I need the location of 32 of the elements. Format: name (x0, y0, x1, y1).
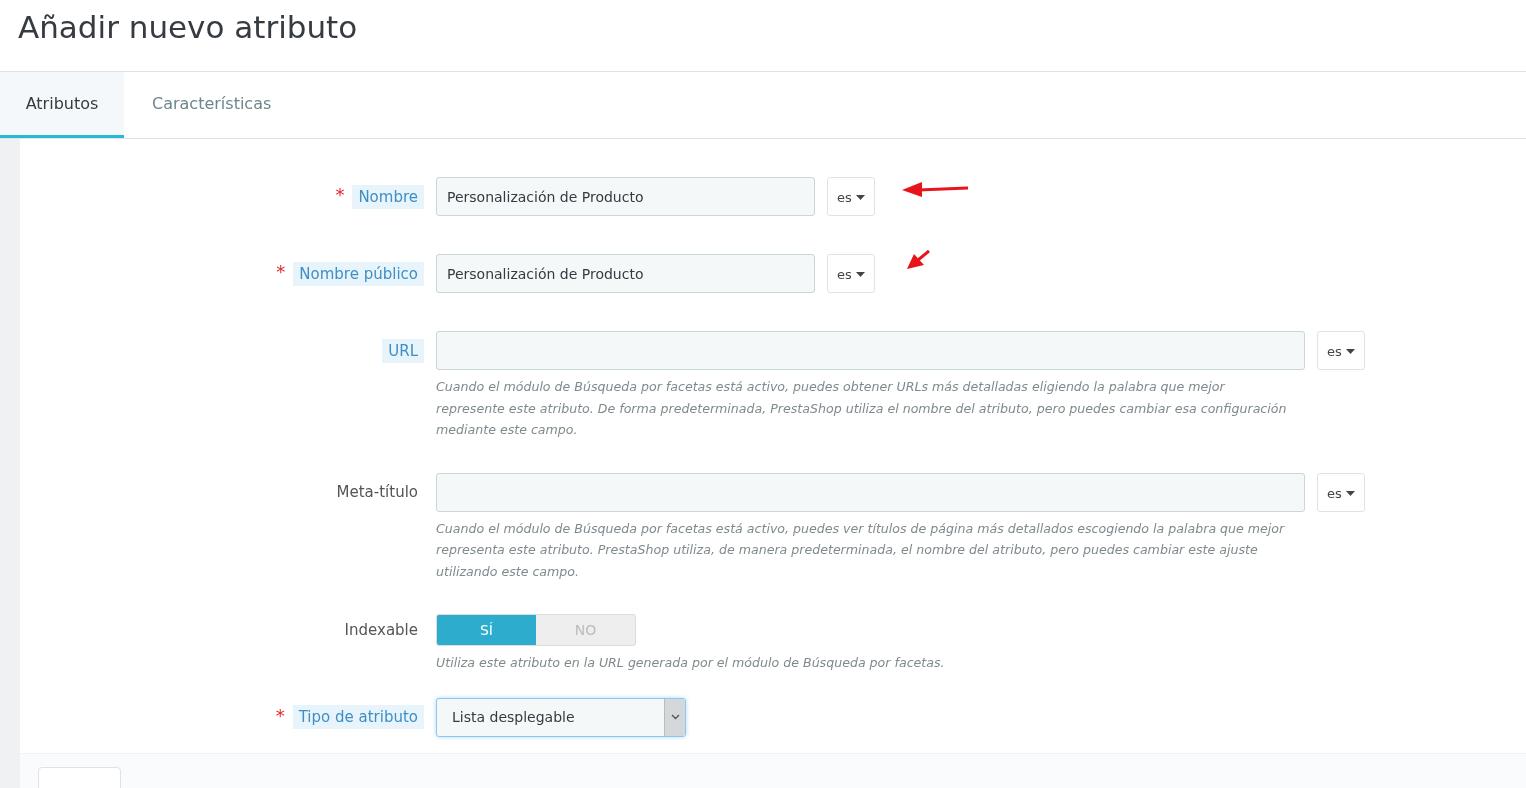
caret-icon (855, 272, 865, 277)
language-dropdown[interactable]: es (1317, 472, 1365, 512)
required-mark: * (275, 706, 285, 725)
caret-icon (855, 195, 865, 200)
text-field[interactable]: Personalización de Producto (436, 177, 815, 216)
field-label: URL (382, 338, 424, 363)
help-text: Utiliza este atributo en la URL generada por el módulo de Búsqueda por facetas. (436, 654, 946, 672)
help-text: Cuando el módulo de Búsqueda por facetas está activo, puedes ver títulos de página más detallados escogiendo la palabra que mejor representa este atributo. PrestaShop utiliza, de manera predeterminada, el nombre del atributo, pero puedes cambiar este ajuste utilizando este campo. (436, 519, 1286, 581)
caret-icon (1345, 349, 1355, 354)
arrow-drawing (906, 248, 932, 270)
text-field[interactable]: Personalización de Producto (436, 254, 815, 293)
language-dropdown[interactable]: es (1317, 331, 1365, 370)
required-mark: * (276, 263, 286, 281)
attribute-type-select[interactable]: Lista desplegable (436, 697, 686, 737)
language-dropdown[interactable]: es (827, 177, 875, 216)
chevron-icon (670, 714, 680, 720)
field-label: Tipo de atributo (292, 705, 424, 729)
page-title: Añadir nuevo atributo (18, 8, 358, 45)
arrow-drawing (900, 181, 970, 197)
field-label: Nombre (352, 184, 424, 209)
text-field[interactable] (436, 472, 1305, 512)
help-text: Cuando el módulo de Búsqueda por facetas está activo, puedes obtener URLs más detalladas eligiendo la palabra que mejor represente este atributo. De forma predeterminada, PrestaShop utiliza el nombre del atributo, pero puedes cambiar esa configuración mediante este campo. (436, 378, 1288, 439)
field-label: Meta-título (335, 482, 419, 503)
tab[interactable]: Atributos (0, 72, 124, 138)
tab[interactable]: Características (128, 72, 298, 138)
text-field[interactable] (436, 331, 1305, 370)
footer-button[interactable] (38, 766, 121, 788)
caret-icon (1345, 490, 1355, 496)
required-mark: * (335, 186, 345, 204)
field-label: Nombre público (293, 261, 424, 286)
language-dropdown[interactable]: es (827, 254, 875, 293)
field-label: Indexable (343, 620, 419, 641)
